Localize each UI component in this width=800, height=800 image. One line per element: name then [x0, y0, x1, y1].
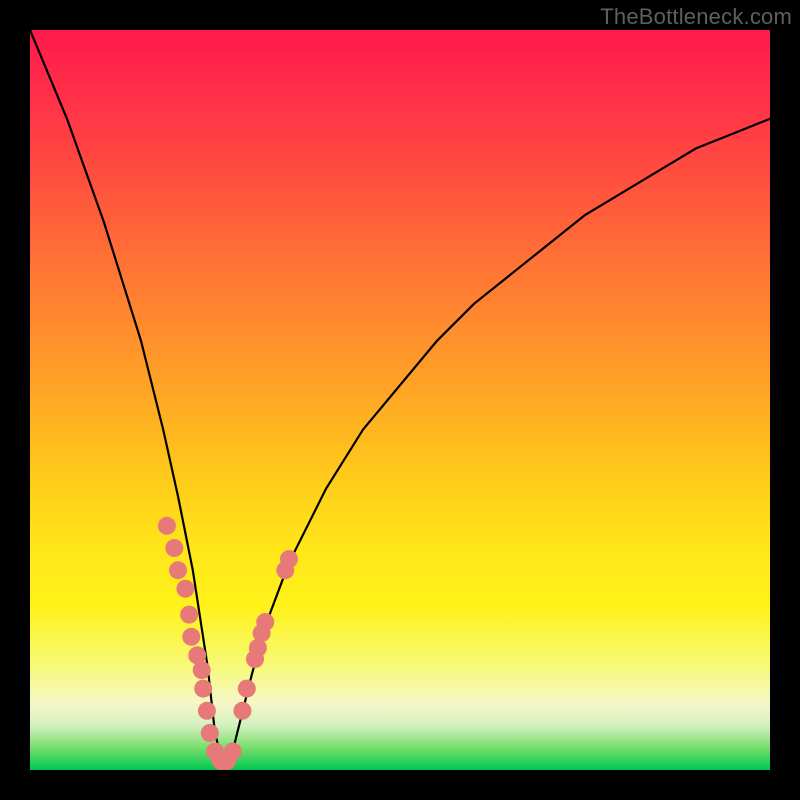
data-dot: [180, 606, 198, 624]
watermark-label: TheBottleneck.com: [600, 4, 792, 30]
data-dot: [280, 550, 298, 568]
data-dot: [224, 743, 242, 761]
bottleneck-curve: [30, 30, 770, 763]
chart-frame: TheBottleneck.com: [0, 0, 800, 800]
data-dot: [238, 680, 256, 698]
data-dot: [182, 628, 200, 646]
plot-area: [30, 30, 770, 770]
data-dots: [158, 517, 298, 770]
chart-svg: [30, 30, 770, 770]
data-dot: [158, 517, 176, 535]
data-dot: [256, 613, 274, 631]
data-dot: [233, 702, 251, 720]
data-dot: [201, 724, 219, 742]
data-dot: [169, 561, 187, 579]
data-dot: [176, 580, 194, 598]
data-dot: [194, 680, 212, 698]
data-dot: [165, 539, 183, 557]
data-dot: [193, 661, 211, 679]
data-dot: [198, 702, 216, 720]
